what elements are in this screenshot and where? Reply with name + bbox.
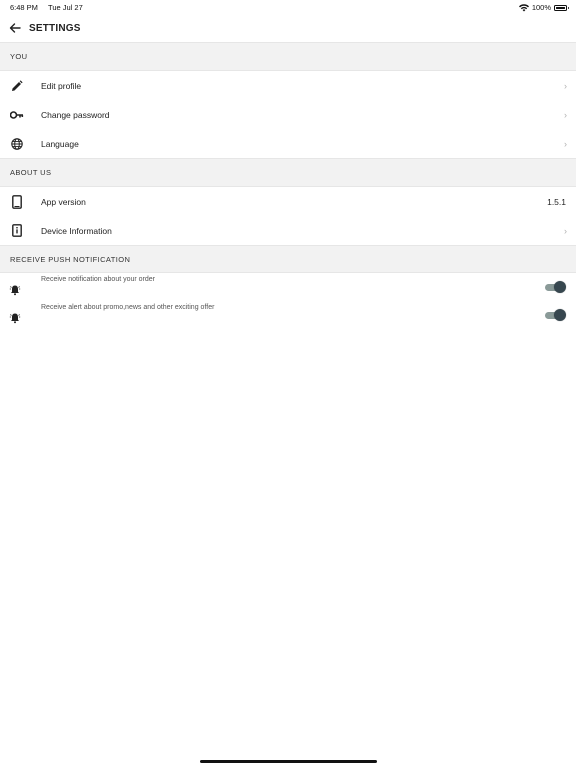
- notification-label: Receive alert about promo,news and other…: [41, 304, 215, 311]
- chevron-right-icon: ›: [564, 225, 567, 236]
- promo-notification-toggle[interactable]: [544, 309, 566, 321]
- settings-item-label: Language: [41, 138, 79, 149]
- notification-row-order: Receive notification about your order: [0, 274, 576, 302]
- settings-item-label: App version: [41, 196, 86, 207]
- settings-item-change-password[interactable]: Change password ›: [0, 100, 576, 129]
- status-time: 6:48 PM: [10, 3, 38, 12]
- battery-fill: [556, 6, 565, 9]
- settings-item-language[interactable]: Language ›: [0, 129, 576, 158]
- info-device-icon: [10, 224, 24, 238]
- status-date: Tue Jul 27: [48, 3, 83, 12]
- home-indicator[interactable]: [200, 760, 377, 763]
- notification-label: Receive notification about your order: [41, 276, 156, 283]
- arrow-left-icon[interactable]: [8, 21, 22, 35]
- settings-item-label: Edit profile: [41, 80, 82, 91]
- chevron-right-icon: ›: [564, 109, 567, 120]
- chevron-right-icon: ›: [564, 80, 567, 91]
- pencil-icon: [10, 79, 24, 93]
- key-icon: [10, 108, 24, 122]
- chevron-right-icon: ›: [564, 138, 567, 149]
- battery-icon: [554, 4, 569, 11]
- wifi-icon: [518, 3, 529, 11]
- notification-row-promo: Receive alert about promo,news and other…: [0, 302, 576, 330]
- page-title: SETTINGS: [29, 23, 81, 34]
- app-version-value: 1.5.1: [547, 196, 566, 207]
- section-title: RECEIVE PUSH NOTIFICATION: [10, 254, 131, 264]
- section-header-about-us: ABOUT US: [0, 158, 576, 187]
- section-title: YOU: [10, 52, 28, 61]
- battery-percentage: 100%: [531, 3, 551, 12]
- section-header-push-notification: RECEIVE PUSH NOTIFICATION: [0, 245, 576, 273]
- settings-item-edit-profile[interactable]: Edit profile ›: [0, 71, 576, 100]
- bell-ring-icon: [9, 311, 21, 324]
- app-header: SETTINGS: [0, 14, 576, 42]
- toggle-knob: [554, 309, 566, 321]
- globe-icon: [10, 137, 24, 151]
- bell-ring-icon: [9, 283, 21, 296]
- toggle-knob: [554, 281, 566, 293]
- order-notification-toggle[interactable]: [544, 281, 566, 293]
- settings-item-device-information[interactable]: Device Information ›: [0, 216, 576, 245]
- settings-item-label: Device Information: [41, 225, 112, 236]
- section-title: ABOUT US: [10, 168, 52, 177]
- settings-item-app-version: App version 1.5.1: [0, 187, 576, 216]
- tablet-icon: [10, 194, 24, 209]
- section-header-you: YOU: [0, 42, 576, 71]
- status-bar: 6:48 PM Tue Jul 27 100%: [0, 0, 576, 14]
- settings-item-label: Change password: [41, 109, 110, 120]
